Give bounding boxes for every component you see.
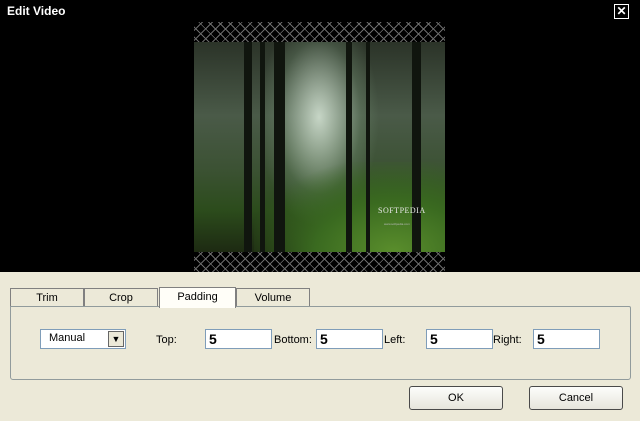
preview-tree <box>260 42 265 252</box>
padding-mode-select[interactable]: Manual ▼ <box>40 329 126 349</box>
edit-video-dialog: Edit Video ✕ SOFTPEDIA www.softpedia.com… <box>0 0 640 421</box>
preview-watermark: SOFTPEDIA <box>378 206 426 215</box>
preview-watermark-url: www.softpedia.com <box>384 222 410 226</box>
edit-panel: Trim Crop Padding Volume Manual ▼ Top: 5… <box>0 272 640 421</box>
preview-tree <box>346 42 352 252</box>
padding-tab-panel: Manual ▼ Top: 5 Bottom: 5 Left: 5 Right:… <box>10 306 631 380</box>
preview-tree <box>244 42 252 252</box>
bottom-padding-input[interactable]: 5 <box>316 329 383 349</box>
padding-strip-top <box>194 22 445 42</box>
video-preview: SOFTPEDIA www.softpedia.com <box>194 42 445 252</box>
close-button[interactable]: ✕ <box>614 4 629 19</box>
preview-tree <box>412 42 421 252</box>
bottom-label: Bottom: <box>274 334 312 346</box>
close-icon: ✕ <box>616 4 627 18</box>
left-padding-input[interactable]: 5 <box>426 329 493 349</box>
preview-tree <box>274 42 285 252</box>
ok-button[interactable]: OK <box>409 386 503 410</box>
padding-mode-value: Manual <box>49 332 86 344</box>
window-title: Edit Video <box>7 4 66 18</box>
padding-strip-bottom <box>194 252 445 272</box>
cancel-button[interactable]: Cancel <box>529 386 623 410</box>
tab-trim[interactable]: Trim <box>10 288 84 307</box>
preview-tree <box>366 42 370 252</box>
tab-volume[interactable]: Volume <box>236 288 310 307</box>
top-padding-input[interactable]: 5 <box>205 329 272 349</box>
chevron-down-icon[interactable]: ▼ <box>108 331 124 347</box>
left-label: Left: <box>384 334 406 346</box>
right-label: Right: <box>493 334 522 346</box>
tab-crop[interactable]: Crop <box>84 288 158 307</box>
title-bar[interactable]: Edit Video ✕ <box>0 0 640 22</box>
tab-padding[interactable]: Padding <box>159 287 236 308</box>
right-padding-input[interactable]: 5 <box>533 329 600 349</box>
video-preview-area: SOFTPEDIA www.softpedia.com <box>0 22 640 272</box>
top-label: Top: <box>156 334 177 346</box>
